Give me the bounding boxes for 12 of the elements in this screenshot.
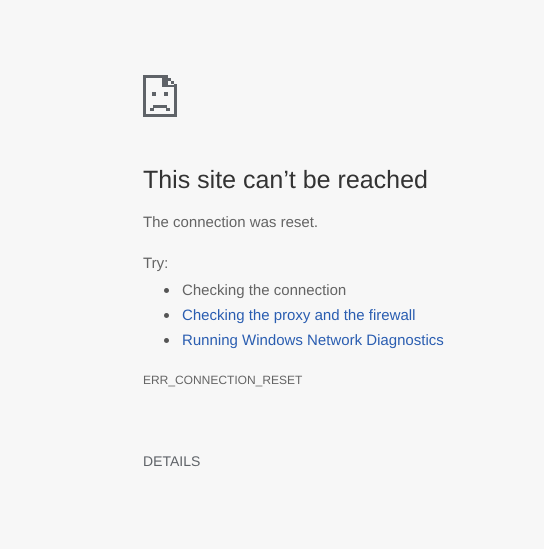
error-message: The connection was reset. xyxy=(143,213,318,233)
error-code: ERR_CONNECTION_RESET xyxy=(143,372,302,388)
suggestion-link[interactable]: Running Windows Network Diagnostics xyxy=(182,330,444,350)
suggestion-link[interactable]: Checking the proxy and the firewall xyxy=(182,306,416,326)
details-button[interactable]: DETAILS xyxy=(143,452,200,470)
sad-page-icon xyxy=(143,75,177,117)
bullet-icon xyxy=(164,313,169,318)
bullet-icon xyxy=(164,288,169,293)
bullet-icon xyxy=(164,338,169,343)
try-label: Try: xyxy=(143,254,168,274)
suggestion-text: Checking the connection xyxy=(182,280,346,300)
error-title: This site can’t be reached xyxy=(143,165,428,195)
